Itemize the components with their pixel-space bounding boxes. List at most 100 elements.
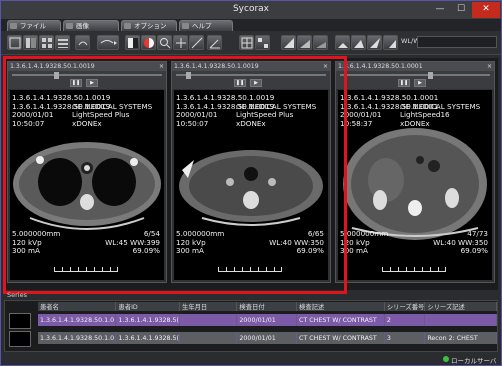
slice-slider[interactable] (176, 72, 326, 79)
options-icon (124, 23, 131, 29)
cell: CT CHEST W/ CONTRAST (296, 332, 385, 344)
pane-close-icon[interactable]: × (323, 62, 328, 71)
close-button[interactable]: ✕ (472, 2, 500, 18)
connection-status-icon (443, 356, 449, 362)
measure-icon[interactable] (189, 35, 204, 50)
column-header[interactable]: シリーズ記述 (424, 302, 497, 311)
image-icon (66, 23, 73, 29)
file-icon (10, 23, 17, 29)
column-header[interactable]: 生年月日 (179, 302, 238, 311)
pause-button[interactable]: ❚❚ (70, 79, 82, 87)
overlay-station: xDONEx (236, 118, 266, 128)
pause-button[interactable]: ❚❚ (398, 79, 410, 87)
table-row[interactable]: 1.3.6.1.4.1.9328.50.1.0 1.3.6.1.4.1.9328… (38, 314, 497, 326)
series-thumbnail[interactable] (9, 331, 31, 347)
series-thumbnail[interactable] (9, 313, 31, 329)
slider-handle[interactable] (186, 72, 191, 79)
overlay-device: GE MEDICAL SYSTEMS LightSpeed16 xDONEx (400, 102, 480, 129)
preset-2-icon[interactable] (297, 35, 312, 50)
overlay-device: GE MEDICAL SYSTEMS LightSpeed Plus xDONE… (236, 102, 316, 129)
series-panel: 患者名 患者ID 生年月日 検査日付 検査記述 シリーズ番号 シリーズ記述 1.… (4, 300, 498, 352)
pane-close-icon[interactable]: × (487, 62, 492, 71)
table-row[interactable]: 1.3.6.1.4.1.9328.50.1.0 1.3.6.1.4.1.9328… (38, 332, 497, 344)
column-header[interactable]: シリーズ番号 (384, 302, 426, 311)
slice-slider[interactable] (340, 72, 490, 79)
cell: 2000/01/01 (236, 314, 298, 326)
overlay-time: 10:58:37 (340, 118, 373, 128)
menu-image[interactable]: 画像 (63, 20, 119, 31)
overlay-ma: 300 mA (340, 246, 368, 256)
menu-file[interactable]: ファイル (7, 20, 61, 31)
ct-image[interactable]: 1.3.6.1.4.1.9328.50.1.0019 1.3.6.1.4.1.9… (174, 90, 328, 280)
pan-icon[interactable] (173, 35, 188, 50)
title-bar: Sycorax — ☐ ✕ (1, 1, 501, 19)
series-label: Series (7, 291, 27, 299)
play-button[interactable]: ▶ (414, 79, 426, 87)
menu-options[interactable]: オプション (121, 20, 177, 31)
maximize-button[interactable]: ☐ (451, 2, 471, 18)
ct-image[interactable]: 1.3.6.1.4.1.9328.50.1.0001 1.3.6.1.4.1.9… (338, 90, 492, 280)
cell: 2 (384, 314, 426, 326)
help-icon (182, 23, 189, 29)
cell: 2000/01/01 (236, 332, 298, 344)
slice-slider[interactable] (12, 72, 162, 79)
menu-options-label: オプション (134, 22, 167, 30)
ct-image[interactable]: 1.3.6.1.4.1.9328.50.1.0019 1.3.6.1.4.1.9… (10, 90, 164, 280)
cell: 1.3.6.1.4.1.9328.50.1.0 (38, 332, 117, 344)
layout-1x1-icon[interactable] (7, 35, 22, 50)
thumbnail-column (7, 303, 37, 351)
menu-file-label: ファイル (20, 22, 46, 30)
play-button[interactable]: ▶ (250, 79, 262, 87)
overlay-bottom-right: 47/73 WL:40 WW:350 69.09% (433, 229, 488, 256)
menu-help-label: ヘルプ (192, 22, 212, 30)
sync-scroll-icon[interactable] (97, 35, 119, 50)
viewer-pane[interactable]: 1.3.6.1.4.1.9328.50.1.0019 × ❚❚ ▶ 1.3.6.… (7, 61, 167, 283)
preset-3-icon[interactable] (313, 35, 328, 50)
pane-title: 1.3.6.1.4.1.9328.50.1.0019 (174, 63, 259, 70)
slider-handle[interactable] (428, 72, 433, 79)
app-window: Sycorax — ☐ ✕ ファイル 画像 オプション ヘルプ WL/WW 1.… (0, 0, 502, 366)
overlay-station: xDONEx (400, 118, 430, 128)
preset-6-icon[interactable] (367, 35, 382, 50)
pane-close-icon[interactable]: × (159, 62, 164, 71)
viewer-pane[interactable]: 1.3.6.1.4.1.9328.50.1.0019 × ❚❚ ▶ 1.3.6.1 (171, 61, 331, 283)
overlay-device: GE MEDICAL SYSTEMS LightSpeed Plus xDONE… (72, 102, 152, 129)
column-header[interactable]: 検査日付 (236, 302, 298, 311)
menu-image-label: 画像 (76, 22, 89, 30)
cell (179, 314, 238, 326)
column-header[interactable]: 検査記述 (296, 302, 385, 311)
column-header[interactable]: 患者ID (115, 302, 181, 311)
preset-5-icon[interactable] (351, 35, 366, 50)
minimize-button[interactable]: — (430, 2, 450, 18)
overlay-ma: 300 mA (12, 246, 40, 256)
layout-list-icon[interactable] (55, 35, 70, 50)
invert-icon[interactable] (125, 35, 140, 50)
status-bar: ローカルサーバ (1, 353, 501, 365)
menu-bar: ファイル 画像 オプション ヘルプ (1, 19, 501, 31)
overlay-bottom-right: 6/54 WL:45 WW:399 69.09% (105, 229, 160, 256)
pane-title: 1.3.6.1.4.1.9328.50.1.0001 (338, 63, 423, 70)
layout-split-icon[interactable] (23, 35, 38, 50)
pause-button[interactable]: ❚❚ (234, 79, 246, 87)
layout-grid-icon[interactable] (39, 35, 54, 50)
pane-controls: ❚❚ ▶ (8, 71, 166, 89)
cell: 1.3.6.1.4.1.9328.5( (115, 314, 181, 326)
wlww-input[interactable] (417, 36, 497, 48)
overlay-bottom-left: 5.000000mm 120 kVp 300 mA (12, 229, 60, 256)
window-grid-2-icon[interactable] (255, 35, 270, 50)
preset-1-icon[interactable] (281, 35, 296, 50)
play-button[interactable]: ▶ (86, 79, 98, 87)
column-header[interactable]: 患者名 (38, 302, 117, 311)
slider-handle[interactable] (54, 72, 59, 79)
angle-icon[interactable] (207, 35, 222, 50)
link-icon[interactable] (75, 35, 90, 50)
menu-help[interactable]: ヘルプ (179, 20, 233, 31)
color-map-icon[interactable] (141, 35, 156, 50)
zoom-icon[interactable] (157, 35, 172, 50)
cell: 1.3.6.1.4.1.9328.5( (115, 332, 181, 344)
viewer-pane[interactable]: 1.3.6.1.4.1.9328.50.1.0001 × ❚❚ ▶ 1.3.6.… (335, 61, 495, 283)
preset-7-icon[interactable] (383, 35, 398, 50)
preset-4-icon[interactable] (335, 35, 350, 50)
window-grid-icon[interactable] (239, 35, 254, 50)
cell (179, 332, 238, 344)
